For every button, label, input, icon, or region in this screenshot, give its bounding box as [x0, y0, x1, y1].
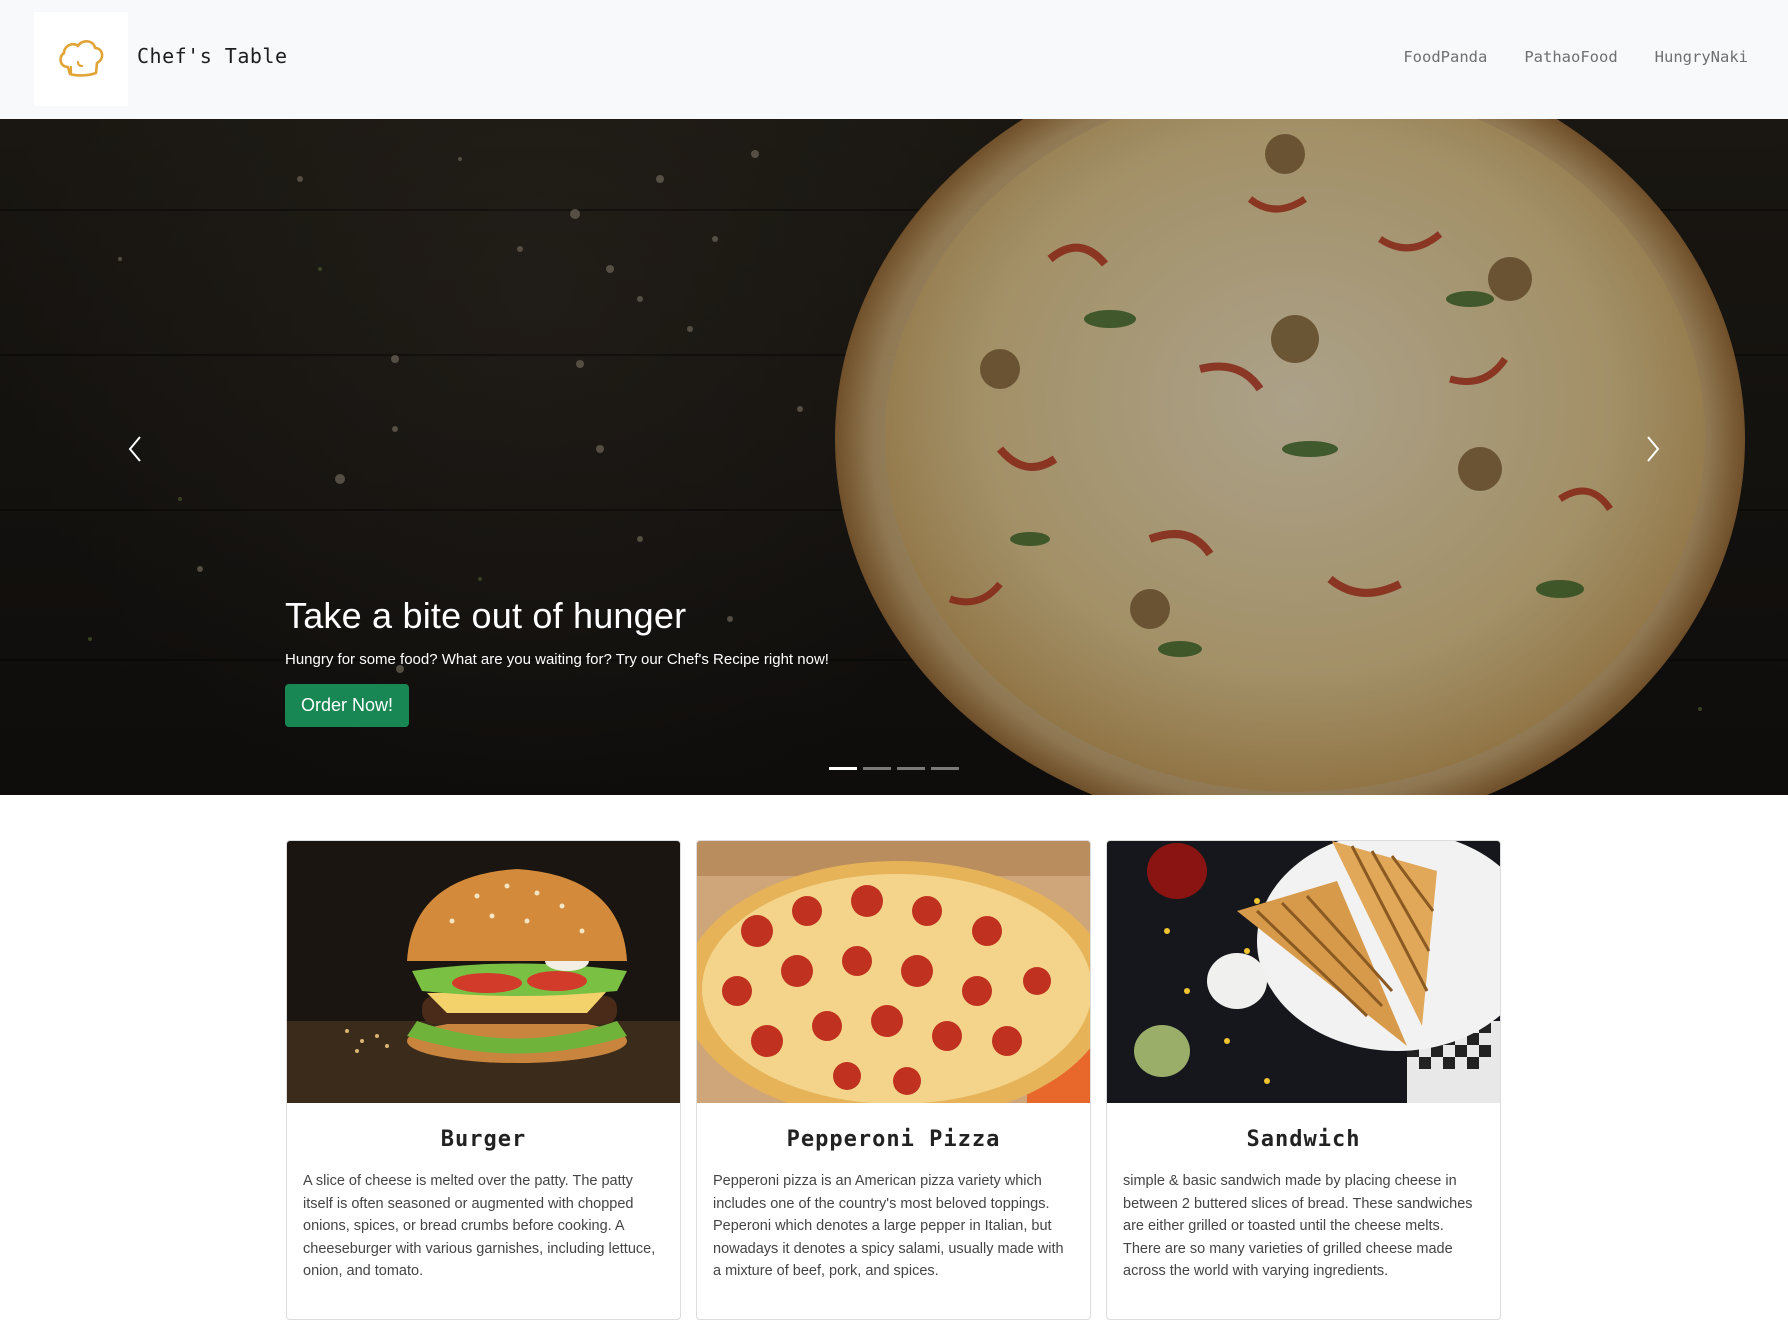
card-title: Sandwich — [1246, 1127, 1361, 1152]
card-text: A slice of cheese is melted over the pat… — [303, 1173, 656, 1279]
card-text: simple & basic sandwich made by placing … — [1123, 1173, 1473, 1279]
food-card-pepperoni-pizza[interactable]: Pepperoni Pizza Pepperoni pizza is an Am… — [696, 840, 1091, 1320]
sandwich-image — [1107, 841, 1500, 1103]
carousel-indicator-1[interactable] — [829, 767, 857, 770]
pepperoni-pizza-image — [697, 841, 1090, 1103]
nav-links: FoodPanda PathaoFood HungryNaki — [1403, 48, 1748, 66]
nav-link-pathaofood[interactable]: PathaoFood — [1524, 48, 1617, 66]
card-text: Pepperoni pizza is an American pizza var… — [713, 1173, 1064, 1279]
chevron-right-icon — [1647, 436, 1660, 462]
carousel-next-button[interactable] — [1623, 419, 1683, 479]
hero-carousel: Take a bite out of hunger Hungry for som… — [0, 119, 1788, 795]
order-now-button[interactable]: Order Now! — [285, 684, 410, 727]
carousel-prev-button[interactable] — [105, 419, 165, 479]
hero-subtitle: Hungry for some food? What are you waiti… — [285, 651, 829, 668]
chevron-left-icon — [128, 436, 141, 462]
nav-link-foodpanda[interactable]: FoodPanda — [1403, 48, 1487, 66]
chef-hat-icon — [59, 40, 104, 77]
food-card-burger[interactable]: Burger A slice of cheese is melted over … — [286, 840, 681, 1320]
carousel-caption: Take a bite out of hunger Hungry for som… — [285, 595, 829, 727]
carousel-indicator-4[interactable] — [931, 767, 959, 770]
navbar: Chef's Table FoodPanda PathaoFood Hungry… — [0, 0, 1788, 119]
card-title: Pepperoni Pizza — [786, 1127, 1001, 1152]
hero-pizza-image — [0, 119, 1788, 795]
burger-image — [287, 841, 680, 1103]
nav-link-hungrynaki[interactable]: HungryNaki — [1655, 48, 1748, 66]
food-card-sandwich[interactable]: Sandwich simple & basic sandwich made by… — [1106, 840, 1501, 1320]
carousel-indicators — [829, 767, 959, 770]
brand-logo[interactable] — [34, 12, 128, 106]
carousel-indicator-3[interactable] — [897, 767, 925, 770]
hero-title: Take a bite out of hunger — [285, 595, 687, 636]
brand-name[interactable]: Chef's Table — [137, 44, 288, 68]
food-cards: Burger A slice of cheese is melted over … — [286, 840, 1501, 1320]
carousel-indicator-2[interactable] — [863, 767, 891, 770]
card-title: Burger — [440, 1127, 527, 1152]
